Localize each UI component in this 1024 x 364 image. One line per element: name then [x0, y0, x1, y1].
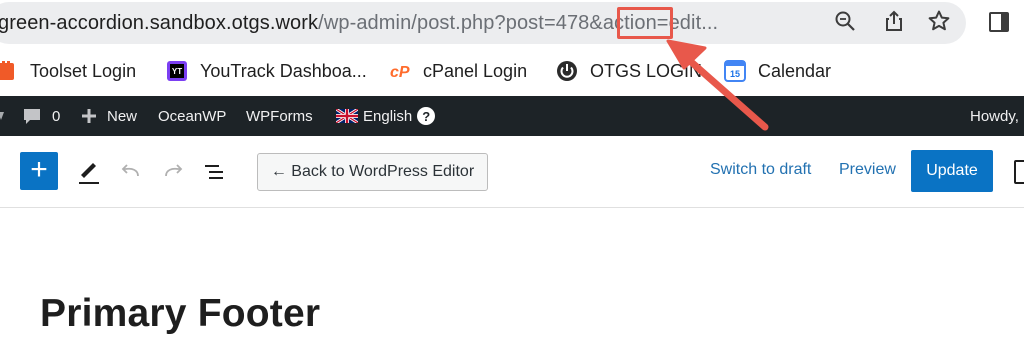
post-id-highlight-box: [617, 7, 673, 39]
bookmarks-bar: Toolset Login YT YouTrack Dashboa... cP …: [0, 46, 1024, 96]
language-switcher[interactable]: English ?: [336, 96, 436, 136]
redo-icon[interactable]: [160, 159, 186, 185]
switch-to-draft-button[interactable]: Switch to draft: [710, 161, 811, 179]
zoom-icon[interactable]: [833, 9, 857, 33]
address-bar[interactable]: green-accordion.sandbox.otgs.work/wp-adm…: [0, 2, 966, 44]
bookmark-youtrack[interactable]: YT YouTrack Dashboa...: [166, 58, 367, 84]
editor-toolbar: + ← Back to WordPress Editor Switch to d…: [0, 136, 1024, 208]
back-to-wordpress-editor-button[interactable]: ← Back to WordPress Editor: [257, 153, 488, 191]
update-button[interactable]: Update: [911, 150, 993, 192]
url-post-id: =478: [543, 12, 590, 34]
oceanwp-label: OceanWP: [158, 107, 227, 125]
wp-logo-icon[interactable]: [0, 96, 6, 136]
bookmark-star-icon[interactable]: [927, 9, 951, 33]
add-block-button[interactable]: +: [20, 152, 58, 190]
cpanel-icon: cP: [389, 60, 411, 82]
calendar-icon: 15: [724, 60, 746, 82]
comments-count: 0: [52, 107, 61, 125]
new-label: New: [107, 107, 138, 125]
comments-link[interactable]: 0: [22, 96, 60, 136]
calendar-day: 15: [730, 69, 740, 79]
share-icon[interactable]: [882, 9, 906, 33]
uk-flag-icon: [336, 109, 358, 123]
comment-icon: [24, 109, 40, 124]
settings-icon[interactable]: [1014, 160, 1024, 184]
account-menu[interactable]: Howdy,: [970, 96, 1019, 136]
bookmark-label: Calendar: [758, 60, 832, 81]
youtrack-icon: YT: [166, 60, 188, 82]
screenshot-page: green-accordion.sandbox.otgs.work/wp-adm…: [0, 0, 1024, 364]
plus-icon: [82, 109, 96, 123]
svg-text:YT: YT: [172, 67, 182, 76]
pencil-icon[interactable]: [76, 159, 102, 185]
side-panel-icon[interactable]: [989, 12, 1009, 32]
bookmark-label: Toolset Login: [30, 60, 137, 81]
wpforms-menu[interactable]: WPForms: [246, 96, 313, 136]
bookmark-otgs-login[interactable]: OTGS LOGIN: [556, 58, 702, 84]
url-host: green-accordion.sandbox.otgs.work: [0, 12, 319, 34]
undo-icon[interactable]: [118, 159, 144, 185]
bookmark-label: cPanel Login: [423, 60, 528, 81]
oceanwp-menu[interactable]: OceanWP: [158, 96, 226, 136]
power-icon: [556, 60, 578, 82]
bookmark-cpanel-login[interactable]: cP cPanel Login: [389, 58, 527, 84]
post-title[interactable]: Primary Footer: [40, 292, 320, 336]
url-text[interactable]: green-accordion.sandbox.otgs.work/wp-adm…: [0, 11, 718, 35]
howdy-label: Howdy,: [970, 107, 1019, 125]
new-content-link[interactable]: New: [81, 96, 137, 136]
svg-text:cP: cP: [390, 64, 410, 81]
browser-toolbar: green-accordion.sandbox.otgs.work/wp-adm…: [0, 0, 1024, 46]
list-view-icon[interactable]: [202, 159, 228, 185]
url-path: /wp-admin/post.php?post: [318, 12, 544, 34]
toolset-icon: [0, 60, 18, 82]
bookmark-label: OTGS LOGIN: [590, 60, 703, 81]
language-label: English: [363, 107, 413, 125]
help-icon[interactable]: ?: [417, 107, 436, 125]
preview-button[interactable]: Preview: [839, 161, 896, 179]
bookmark-calendar[interactable]: 15 Calendar: [724, 58, 831, 84]
wpforms-label: WPForms: [246, 107, 313, 125]
bookmark-label: YouTrack Dashboa...: [200, 60, 367, 81]
wp-admin-bar: 0 New OceanWP WPForms English ? Howdy,: [0, 96, 1024, 136]
bookmark-toolset-login[interactable]: Toolset Login: [0, 58, 136, 84]
